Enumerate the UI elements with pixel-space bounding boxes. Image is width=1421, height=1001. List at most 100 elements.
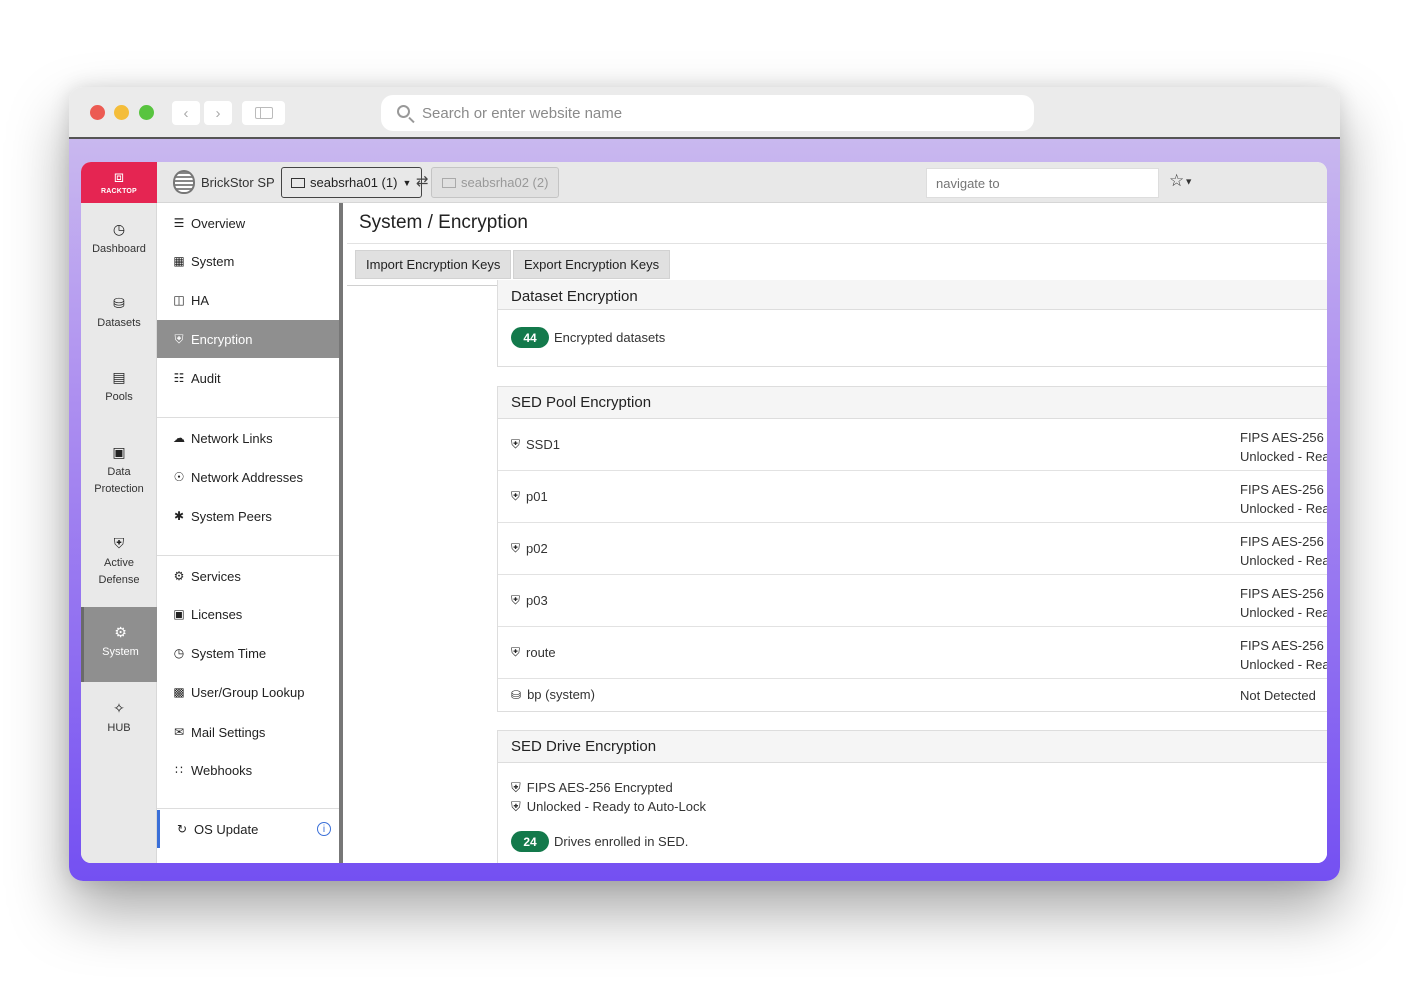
rail-item-dashboard[interactable]: ◷ Dashboard: [81, 221, 157, 258]
title-divider: [347, 243, 1327, 244]
pool-status: FIPS AES-256 E Unlocked - Rea: [1240, 636, 1327, 674]
pool-row[interactable]: ⛨ route FIPS AES-256 E Unlocked - Rea: [498, 627, 1327, 679]
inactive-node-label: seabsrha02 (2): [461, 175, 549, 190]
pool-lock-status: Unlocked - Rea: [1240, 449, 1327, 464]
license-icon: ▣: [173, 607, 185, 621]
inactive-node-button[interactable]: seabsrha02 (2): [431, 167, 560, 198]
active-node-select[interactable]: seabsrha01 (1) ▼: [281, 167, 423, 198]
card-header: SED Drive Encryption: [498, 731, 1327, 763]
drive-status-line-2: ⛨ Unlocked - Ready to Auto-Lock: [498, 797, 1327, 816]
envelope-icon: ✉: [173, 725, 185, 739]
import-encryption-keys-button[interactable]: Import Encryption Keys: [355, 250, 512, 279]
subnav-item-licenses[interactable]: ▣ Licenses: [157, 595, 339, 633]
encrypted-datasets-count-badge: 44: [511, 327, 549, 348]
minimize-window-button[interactable]: [114, 105, 129, 120]
sync-icon: ↻: [176, 822, 188, 836]
rail-item-system[interactable]: ⚙ System: [81, 607, 157, 682]
rail-label: Defense: [98, 574, 140, 586]
enrolled-drives-label: Drives enrolled in SED.: [554, 834, 689, 849]
rail-item-pools[interactable]: ▤ Pools: [81, 369, 157, 406]
pool-encryption-status: FIPS AES-256 E: [1240, 638, 1327, 653]
subnav-item-services[interactable]: ⚙ Services: [157, 557, 339, 595]
id-card-icon: ▩: [173, 685, 185, 699]
database-icon: ⛁: [113, 295, 125, 311]
close-window-button[interactable]: [90, 105, 105, 120]
rail-item-hub[interactable]: ✧ HUB: [81, 700, 157, 737]
chevron-right-icon: ›: [215, 104, 221, 122]
favorites-button[interactable]: ☆▼: [1169, 171, 1193, 191]
subnav-item-os-update[interactable]: ↻ OS Update i: [157, 810, 339, 848]
pool-name: ⛨ route: [511, 645, 556, 660]
pool-name-text: p03: [526, 593, 548, 608]
racktop-logo[interactable]: ⧈ RACKTOP: [81, 162, 157, 203]
brand: BrickStor SP: [173, 170, 275, 194]
maximize-window-button[interactable]: [139, 105, 154, 120]
shield-icon: ⛨: [511, 489, 521, 503]
system-pool-row[interactable]: ⛁ bp (system) Not Detected: [498, 679, 1327, 711]
pool-name-text: SSD1: [526, 437, 560, 452]
subnav-divider: [157, 808, 339, 809]
webhook-icon: ∷: [175, 763, 183, 777]
system-subnav: ☰ Overview ▦ System ◫ HA ⛨ Encryption ☷ Audit…: [157, 203, 343, 863]
subnav-item-user-group-lookup[interactable]: ▩ User/Group Lookup: [157, 673, 339, 711]
search-icon: [397, 104, 410, 118]
forward-button[interactable]: ›: [204, 101, 232, 125]
list-icon: ☰: [173, 216, 185, 230]
pool-row[interactable]: ⛨ SSD1 FIPS AES-256 E Unlocked - Rea: [498, 419, 1327, 471]
subnav-item-webhooks[interactable]: ∷ Webhooks: [157, 751, 339, 789]
subnav-item-encryption[interactable]: ⛨ Encryption: [157, 320, 339, 358]
subnav-label: Overview: [191, 215, 246, 231]
subnav-label: User/Group Lookup: [191, 684, 305, 700]
subnav-item-system-peers[interactable]: ✱ System Peers: [157, 497, 339, 535]
pool-lock-status: Unlocked - Rea: [1240, 501, 1327, 516]
subnav-item-network-addresses[interactable]: ☉ Network Addresses: [157, 458, 339, 496]
info-icon[interactable]: i: [317, 822, 331, 836]
subnav-item-ha[interactable]: ◫ HA: [157, 281, 339, 319]
subnav-label: System Time: [191, 645, 267, 661]
shield-icon: ⛨: [511, 437, 521, 451]
pool-lock-status: Unlocked - Rea: [1240, 605, 1327, 620]
logo-text: RACKTOP: [101, 188, 137, 195]
subnav-item-system-time[interactable]: ◷ System Time: [157, 634, 339, 672]
sidebar-toggle-button[interactable]: [242, 101, 285, 125]
export-encryption-keys-button[interactable]: Export Encryption Keys: [513, 250, 671, 279]
server-icon: ▦: [173, 254, 185, 268]
swap-node-icon[interactable]: ⇄: [416, 172, 429, 190]
address-bar[interactable]: Search or enter website name: [381, 95, 1034, 131]
subnav-label: HA: [191, 292, 210, 308]
caret-down-icon: ▼: [402, 177, 412, 188]
sidebar-icon: [254, 107, 273, 119]
pool-name: ⛁ bp (system): [511, 687, 595, 702]
subnav-item-network-links[interactable]: ☁ Network Links: [157, 419, 339, 457]
card-header: Dataset Encryption: [498, 280, 1327, 310]
subnav-label: Network Links: [191, 430, 273, 446]
rail-item-data-protection[interactable]: ▣ Data Protection: [81, 444, 157, 498]
shield-check-icon: ⛨: [113, 535, 125, 551]
pool-lock-status: Unlocked - Rea: [1240, 553, 1327, 568]
pool-name-text: route: [526, 645, 556, 660]
pool-encryption-status: FIPS AES-256 E: [1240, 430, 1327, 445]
shield-icon: ⛨: [511, 799, 521, 814]
rail-item-datasets[interactable]: ⛁ Datasets: [81, 295, 157, 332]
pool-encryption-status: FIPS AES-256 E: [1240, 534, 1327, 549]
clock-icon: ◷: [173, 646, 185, 660]
sed-drive-encryption-card: SED Drive Encryption ⛨ FIPS AES-256 Encry…: [497, 730, 1327, 863]
subnav-item-mail-settings[interactable]: ✉ Mail Settings: [157, 713, 339, 751]
pool-row[interactable]: ⛨ p03 FIPS AES-256 E Unlocked - Rea: [498, 575, 1327, 627]
rail-label: Datasets: [97, 317, 141, 329]
pool-row[interactable]: ⛨ p02 FIPS AES-256 E Unlocked - Rea: [498, 523, 1327, 575]
rail-label: Dashboard: [92, 243, 146, 255]
browser-toolbar: ‹ › Search or enter website name: [69, 87, 1340, 139]
pool-row[interactable]: ⛨ p01 FIPS AES-256 E Unlocked - Rea: [498, 471, 1327, 523]
pool-name: ⛨ p01: [511, 489, 548, 504]
pool-name: ⛨ SSD1: [511, 437, 560, 452]
subnav-item-audit[interactable]: ☷ Audit: [157, 359, 339, 397]
subnav-item-system[interactable]: ▦ System: [157, 242, 339, 280]
rail-item-active-defense[interactable]: ⛨ Active Defense: [81, 535, 157, 589]
cogs-icon: ⚙: [173, 569, 185, 583]
rail-label: System: [102, 646, 139, 658]
navigate-input[interactable]: [926, 168, 1159, 198]
pool-status: FIPS AES-256 E Unlocked - Rea: [1240, 584, 1327, 622]
back-button[interactable]: ‹: [172, 101, 200, 125]
subnav-item-overview[interactable]: ☰ Overview: [157, 204, 339, 242]
